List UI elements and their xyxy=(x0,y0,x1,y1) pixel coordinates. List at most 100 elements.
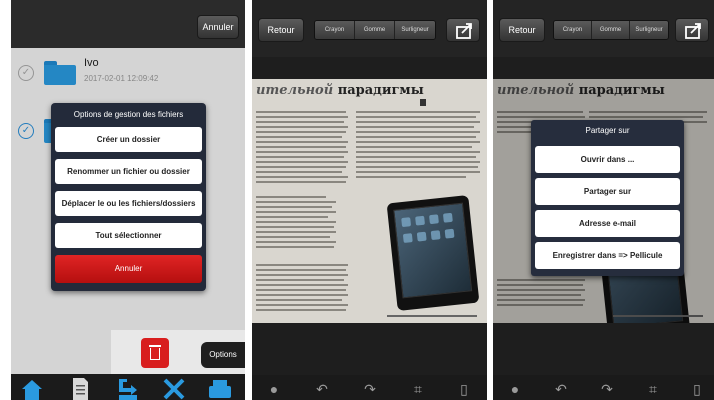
text-line xyxy=(256,171,342,173)
chat-icon[interactable]: ● xyxy=(266,381,282,397)
text-line xyxy=(256,236,330,238)
scanner-icon[interactable] xyxy=(207,376,233,400)
text-line xyxy=(356,156,476,158)
text-line xyxy=(256,146,346,148)
text-line xyxy=(256,264,348,266)
canvas-margin xyxy=(252,323,487,375)
document-tag xyxy=(420,99,426,106)
options-button[interactable]: Options xyxy=(201,342,245,368)
text-line xyxy=(356,146,472,148)
create-folder-button[interactable]: Créer un dossier xyxy=(55,127,202,152)
text-line xyxy=(356,176,466,178)
caption-line xyxy=(387,315,477,317)
back-button[interactable]: Retour xyxy=(499,18,545,42)
move-files-button[interactable]: Déplacer le ou les fichiers/dossiers xyxy=(55,191,202,216)
text-line xyxy=(356,111,480,113)
undo-icon[interactable]: ↶ xyxy=(314,381,330,397)
tablet-screen xyxy=(393,202,473,299)
save-to-camera-roll-button[interactable]: Enregistrer dans => Pellicule xyxy=(535,242,680,269)
text-line xyxy=(256,216,328,218)
document-icon[interactable] xyxy=(67,376,93,400)
trash-icon[interactable]: ▯ xyxy=(689,381,705,397)
tool-eraser[interactable]: Gomme xyxy=(355,21,395,39)
text-line xyxy=(256,226,334,228)
document-heading: ительной парадигмы xyxy=(256,83,424,98)
text-line xyxy=(356,171,480,173)
tool-selector: Crayon Gomme Surligneur xyxy=(553,20,669,40)
text-line xyxy=(256,151,348,153)
text-line xyxy=(256,294,348,296)
share-button[interactable] xyxy=(446,18,480,42)
text-line xyxy=(356,136,476,138)
editor-toolbar: ● ↶ ↷ ⌗ ▯ xyxy=(493,375,714,400)
document-editor-screen: Retour Crayon Gomme Surligneur ительной … xyxy=(252,0,487,400)
bottom-toolbar xyxy=(11,374,245,400)
app-icon xyxy=(415,215,425,226)
tool-selector: Crayon Gomme Surligneur xyxy=(314,20,436,40)
text-line xyxy=(256,221,336,223)
canvas-margin xyxy=(493,57,714,79)
app-icon xyxy=(416,231,427,242)
crop-icon[interactable]: ⌗ xyxy=(410,381,426,397)
canvas-margin xyxy=(493,323,714,375)
crop-icon[interactable]: ⌗ xyxy=(645,381,661,397)
text-line xyxy=(256,211,336,213)
trash-icon[interactable] xyxy=(141,338,169,368)
text-line xyxy=(356,141,480,143)
dialog-cancel-button[interactable]: Annuler xyxy=(55,255,202,283)
text-line xyxy=(256,136,342,138)
share-screen: Retour Crayon Gomme Surligneur ительной … xyxy=(493,0,714,400)
text-line xyxy=(256,121,344,123)
home-icon[interactable] xyxy=(19,376,45,400)
tool-highlighter[interactable]: Surligneur xyxy=(630,21,668,39)
share-icon xyxy=(685,23,701,39)
app-icon xyxy=(429,214,439,225)
redo-icon[interactable]: ↷ xyxy=(362,381,378,397)
cancel-button[interactable]: Annuler xyxy=(197,15,239,39)
app-icon xyxy=(402,233,413,243)
text-line xyxy=(256,181,346,183)
text-line xyxy=(356,126,474,128)
back-button[interactable]: Retour xyxy=(258,18,304,42)
tool-eraser[interactable]: Gomme xyxy=(592,21,630,39)
tools-icon[interactable] xyxy=(161,376,187,400)
text-line xyxy=(256,201,336,203)
text-line xyxy=(256,176,348,178)
undo-icon[interactable]: ↶ xyxy=(553,381,569,397)
text-line xyxy=(356,161,480,163)
text-line xyxy=(256,141,348,143)
tool-pencil[interactable]: Crayon xyxy=(554,21,592,39)
chat-icon[interactable]: ● xyxy=(507,381,523,397)
text-line xyxy=(256,231,336,233)
text-line xyxy=(256,206,332,208)
text-line xyxy=(256,279,344,281)
top-bar: Retour Crayon Gomme Surligneur xyxy=(493,0,714,57)
text-line xyxy=(256,196,326,198)
file-manager-screen: Annuler ✓ Ivo 2017-02-01 12:09:42 ✓ ivo … xyxy=(11,0,245,400)
dialog-title: Options de gestion des fichiers xyxy=(73,110,184,119)
text-line xyxy=(256,126,348,128)
app-icon xyxy=(401,217,412,228)
text-line xyxy=(356,131,480,133)
text-line xyxy=(256,269,346,271)
select-all-button[interactable]: Tout sélectionner xyxy=(55,223,202,248)
rename-button[interactable]: Renommer un fichier ou dossier xyxy=(55,159,202,184)
email-button[interactable]: Adresse e-mail xyxy=(535,210,680,237)
text-line xyxy=(256,166,346,168)
redo-icon[interactable]: ↷ xyxy=(599,381,615,397)
tool-pencil[interactable]: Crayon xyxy=(315,21,355,39)
move-icon[interactable] xyxy=(115,376,141,400)
action-area: Options xyxy=(111,330,245,374)
text-line xyxy=(256,299,342,301)
share-on-button[interactable]: Partager sur xyxy=(535,178,680,205)
tool-highlighter[interactable]: Surligneur xyxy=(395,21,435,39)
dialog-title: Partager sur xyxy=(585,126,630,135)
trash-icon[interactable]: ▯ xyxy=(456,381,472,397)
open-in-button[interactable]: Ouvrir dans ... xyxy=(535,146,680,173)
text-line xyxy=(356,121,480,123)
text-line xyxy=(256,131,346,133)
text-line xyxy=(256,241,336,243)
app-icon xyxy=(442,212,453,223)
canvas-margin xyxy=(252,57,487,79)
share-button[interactable] xyxy=(675,18,709,42)
